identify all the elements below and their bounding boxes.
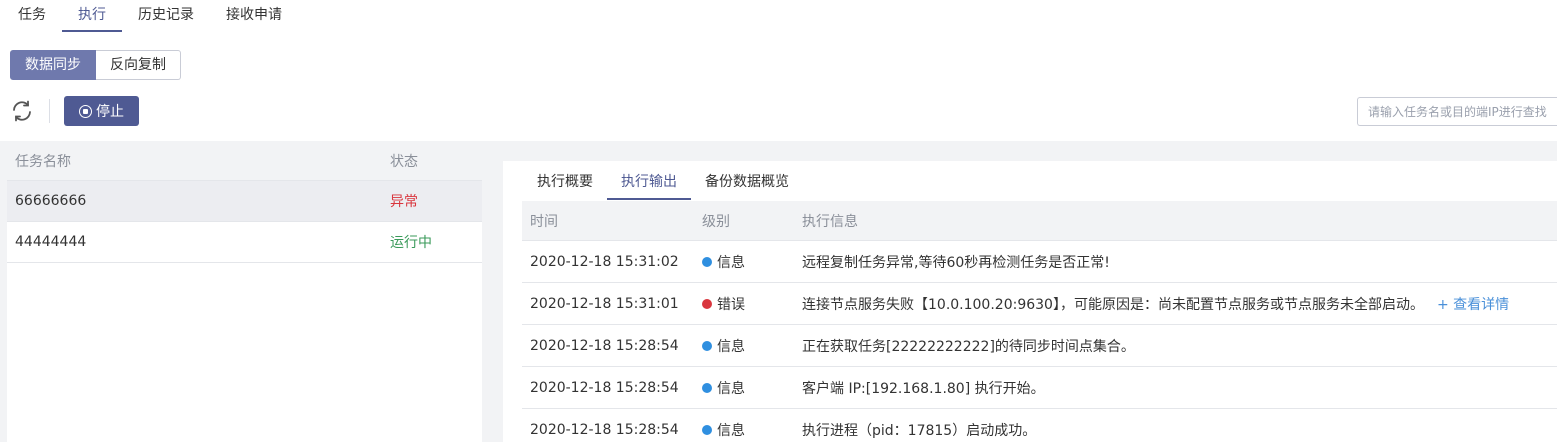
column-status: 状态 [390,153,418,170]
tab-history[interactable]: 历史记录 [122,0,210,32]
status-badge: 运行中 [390,235,432,251]
task-table: 任务名称 状态 66666666 异常 44444444 运行中 [7,141,482,442]
log-table-header: 时间 级别 执行信息 [522,201,1557,241]
log-level-label: 信息 [717,338,745,355]
info-dot-icon [702,256,712,267]
status-badge: 异常 [390,194,418,210]
task-name: 44444444 [15,234,87,250]
tab-receive-requests[interactable]: 接收申请 [210,0,298,32]
info-dot-icon [702,340,712,351]
stop-button[interactable]: 停止 [64,96,139,126]
log-level: 错误 [702,294,802,314]
log-message: 客户端 IP:[192.168.1.80] 执行开始。 [802,380,1045,397]
log-level-label: 错误 [717,296,745,313]
column-time: 时间 [530,213,558,230]
stop-icon [79,104,92,118]
log-time: 2020-12-18 15:31:01 [530,295,679,312]
data-sync-button[interactable]: 数据同步 [10,50,96,80]
tab-tasks[interactable]: 任务 [0,0,62,32]
log-time: 2020-12-18 15:28:54 [530,421,679,438]
log-message: 连接节点服务失败【10.0.100.20:9630】，可能原因是：尚未配置节点服… [802,296,1424,313]
mode-switch: 数据同步 反向复制 [10,50,181,80]
view-details-link[interactable]: + 查看详情 [1437,294,1557,314]
table-row: 2020-12-18 15:28:54 信息 客户端 IP:[192.168.1… [522,367,1557,409]
column-message: 执行信息 [802,213,858,230]
reverse-copy-button[interactable]: 反向复制 [96,50,181,80]
stop-label: 停止 [96,104,124,120]
detail-tabs: 执行概要 执行输出 备份数据概览 [523,166,803,200]
column-task-name: 任务名称 [15,153,71,170]
log-message: 执行进程（pid：17815）启动成功。 [802,422,1037,439]
log-time: 2020-12-18 15:28:54 [530,337,679,354]
log-message: 正在获取任务[22222222222]的待同步时间点集合。 [802,338,1135,355]
log-level: 信息 [702,420,802,440]
tab-execution-output[interactable]: 执行输出 [607,166,691,200]
tab-execution-summary[interactable]: 执行概要 [523,166,607,200]
log-level: 信息 [702,336,802,356]
table-row: 2020-12-18 15:28:54 信息 执行进程（pid：17815）启动… [522,409,1557,442]
table-row: 2020-12-18 15:31:01 错误 连接节点服务失败【10.0.100… [522,283,1557,325]
info-dot-icon [702,424,712,435]
info-dot-icon [702,382,712,393]
table-row: 2020-12-18 15:31:02 信息 远程复制任务异常,等待60秒再检测… [522,241,1557,283]
top-tabs: 任务 执行 历史记录 接收申请 [0,0,298,34]
task-name: 66666666 [15,193,87,209]
log-level-label: 信息 [717,254,745,271]
detail-panel: 执行概要 执行输出 备份数据概览 时间 级别 执行信息 2020-12-18 1… [503,161,1557,442]
table-row: 2020-12-18 15:28:54 信息 正在获取任务[2222222222… [522,325,1557,367]
refresh-icon[interactable] [10,99,34,123]
search-input[interactable] [1357,97,1557,126]
log-time: 2020-12-18 15:31:02 [530,253,679,270]
tab-execution[interactable]: 执行 [62,0,122,32]
log-time: 2020-12-18 15:28:54 [530,379,679,396]
log-level-label: 信息 [717,422,745,439]
log-level-label: 信息 [717,380,745,397]
log-table: 时间 级别 执行信息 2020-12-18 15:31:02 信息 远程复制任务… [522,201,1557,442]
log-level: 信息 [702,378,802,398]
log-message: 远程复制任务异常,等待60秒再检测任务是否正常! [802,254,1110,271]
error-dot-icon [702,298,712,309]
task-table-header: 任务名称 状态 [7,141,482,181]
task-row[interactable]: 44444444 运行中 [7,222,482,263]
tab-backup-overview[interactable]: 备份数据概览 [691,166,803,200]
toolbar-divider [49,99,50,123]
task-row[interactable]: 66666666 异常 [7,181,482,222]
log-level: 信息 [702,252,802,272]
column-level: 级别 [702,213,730,230]
